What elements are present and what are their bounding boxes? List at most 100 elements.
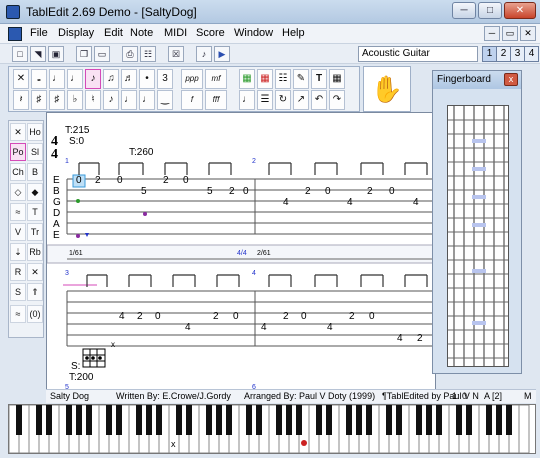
open-icon[interactable]: ◥	[30, 46, 46, 62]
dynamic-fff-icon[interactable]: fff	[205, 90, 227, 110]
trill-tool[interactable]: Tr	[27, 223, 43, 241]
fermata-icon[interactable]: ‿	[157, 90, 173, 110]
status-arranged: Arranged By: Paul V Doty (1999)	[244, 391, 376, 401]
repeat-icon[interactable]: ↻	[275, 90, 291, 110]
fingerboard-window[interactable]: Fingerboard x	[432, 70, 522, 374]
text-icon[interactable]: T	[311, 69, 327, 89]
svg-text:4: 4	[185, 322, 191, 333]
preview-icon[interactable]: ☷	[140, 46, 156, 62]
vibrato-tool[interactable]: V	[10, 223, 26, 241]
instrument-select[interactable]: Acoustic Guitar	[358, 46, 478, 62]
track-2-button[interactable]: 2	[496, 46, 511, 62]
remove-icon[interactable]: ▦	[257, 69, 273, 89]
grid-icon[interactable]: ▦	[329, 69, 345, 89]
menu-help[interactable]: Help	[282, 27, 305, 39]
fingering-icon[interactable]: ☰	[257, 90, 273, 110]
doc-icon[interactable]	[8, 27, 22, 41]
tremolo-tool[interactable]: ≈	[10, 203, 26, 221]
natural-harmonic-tool[interactable]: ◇	[10, 183, 26, 201]
maximize-button[interactable]: □	[478, 2, 502, 19]
double-sharp-icon[interactable]: ♯	[49, 90, 65, 110]
quarter-note-icon[interactable]: ♩	[67, 69, 83, 89]
arpeggio-icon[interactable]: ♩	[239, 90, 255, 110]
undo-icon[interactable]: ↶	[311, 90, 327, 110]
track-1-button[interactable]: 1	[482, 46, 497, 62]
thirtysecond-note-icon[interactable]: ♬	[121, 69, 137, 89]
minimize-button[interactable]: ─	[452, 2, 476, 19]
triplet-icon[interactable]: 3	[157, 69, 173, 89]
save-icon[interactable]: ▣	[48, 46, 64, 62]
natural-icon[interactable]: ♮	[85, 90, 101, 110]
svg-text:0: 0	[76, 175, 82, 186]
menu-edit[interactable]: Edit	[104, 27, 123, 39]
choke-tool[interactable]: Ch	[10, 163, 26, 181]
copy-icon[interactable]: ❐	[76, 46, 92, 62]
delete-icon[interactable]: ☒	[168, 46, 184, 62]
hammer-on-tool[interactable]: Ho	[27, 123, 43, 141]
svg-text:0: 0	[233, 311, 239, 322]
score-canvas: T:215 S:0 4 4 T:260 1 2 E B G D A E 02 0…	[47, 125, 435, 389]
sixteenth-note-icon[interactable]: ♫	[103, 69, 119, 89]
release-tool[interactable]: Rb	[27, 243, 43, 261]
grace-icon[interactable]: ♪	[103, 90, 119, 110]
graphic-icon[interactable]: ✎	[293, 69, 309, 89]
dynamic-mf-icon[interactable]: mf	[205, 69, 227, 89]
status-title: Salty Dog	[50, 391, 90, 401]
sharp-icon[interactable]: ♯	[31, 90, 47, 110]
redo-icon[interactable]: ↷	[329, 90, 345, 110]
menu-file[interactable]: File	[30, 27, 48, 39]
pick-tool[interactable]: ⇑	[27, 283, 43, 301]
fingerboard-close-button[interactable]: x	[504, 73, 518, 86]
artificial-harmonic-tool[interactable]: ◆	[27, 183, 43, 201]
bend-icon[interactable]: ↗	[293, 90, 309, 110]
mute-tool[interactable]: ✕	[27, 263, 43, 281]
tie-icon[interactable]: ✕	[13, 69, 29, 89]
piano-keyboard[interactable]: x	[8, 404, 536, 454]
rasgueado-tool[interactable]: R	[10, 263, 26, 281]
dot-icon[interactable]: •	[139, 69, 155, 89]
speaker-icon[interactable]: ♪	[196, 46, 212, 62]
flat-icon[interactable]: ♭	[67, 90, 83, 110]
track-3-button[interactable]: 3	[510, 46, 525, 62]
svg-text:4: 4	[261, 322, 267, 333]
brush-tool[interactable]: ⇣	[10, 243, 26, 261]
menu-midi[interactable]: MIDI	[164, 27, 187, 39]
rest-icon[interactable]: 𝄽	[13, 90, 29, 110]
staccato-icon[interactable]: ♩	[139, 90, 155, 110]
bend-tool[interactable]: B	[27, 163, 43, 181]
fingerboard-neck[interactable]	[447, 105, 509, 367]
whole-note-icon[interactable]: 𝅝	[31, 69, 47, 89]
track-4-button[interactable]: 4	[524, 46, 539, 62]
dynamic-fp-icon[interactable]: f	[181, 90, 203, 110]
tablature-score[interactable]: T:215 S:0 4 4 T:260 1 2 E B G D A E 02 0…	[46, 112, 436, 390]
doc-close-button[interactable]: ✕	[520, 26, 536, 41]
status-track: A [2]	[484, 391, 503, 401]
doc-minimize-button[interactable]: ─	[484, 26, 500, 41]
half-note-icon[interactable]: ♩	[49, 69, 65, 89]
dynamic-ppp-icon[interactable]: ppp	[181, 69, 203, 89]
x-tool-icon[interactable]: ✕	[10, 123, 26, 141]
menu-bar: File Display Edit Note MIDI Score Window…	[0, 24, 540, 44]
print-icon[interactable]: ⎙	[122, 46, 138, 62]
ghost-icon[interactable]: ♩	[121, 90, 137, 110]
insert-icon[interactable]: ▦	[239, 69, 255, 89]
close-button[interactable]: ✕	[504, 2, 536, 19]
menu-note[interactable]: Note	[130, 27, 153, 39]
doc-restore-button[interactable]: ▭	[502, 26, 518, 41]
slide-tool[interactable]: Sl	[27, 143, 43, 161]
menu-window[interactable]: Window	[234, 27, 273, 39]
bracket-tool[interactable]: (0)	[27, 305, 43, 323]
roll-tool[interactable]: ≈	[10, 305, 26, 323]
new-icon[interactable]: □	[12, 46, 28, 62]
svg-text:2: 2	[137, 311, 143, 322]
stroke-tool[interactable]: S	[10, 283, 26, 301]
pull-off-tool[interactable]: Po	[10, 143, 26, 161]
paste-icon[interactable]: ▭	[94, 46, 110, 62]
eighth-note-icon[interactable]: ♪	[85, 69, 101, 89]
play-icon[interactable]: ▶	[214, 46, 230, 62]
tap-tool[interactable]: T	[27, 203, 43, 221]
menu-score[interactable]: Score	[196, 27, 225, 39]
chord-icon[interactable]: ☷	[275, 69, 291, 89]
menu-display[interactable]: Display	[58, 27, 94, 39]
hand-icon[interactable]: ✋	[363, 66, 411, 112]
